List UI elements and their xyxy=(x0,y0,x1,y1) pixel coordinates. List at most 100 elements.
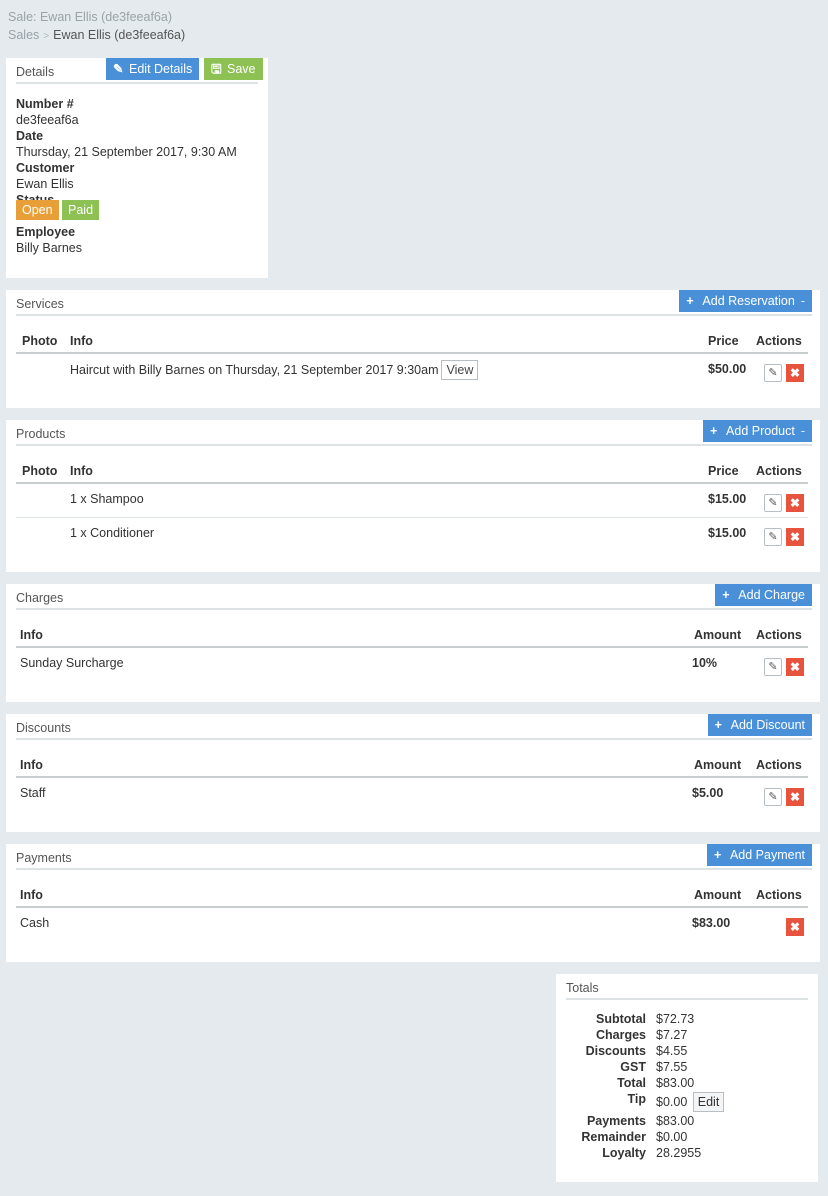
dropdown-toggle[interactable]: - xyxy=(801,294,805,308)
totals-row-tip: Tip $0.00 Edit xyxy=(556,1092,818,1114)
plus-icon: + xyxy=(722,588,730,602)
dropdown-toggle[interactable]: - xyxy=(801,424,805,438)
charges-table: Info Amount Actions Sunday Surcharge 10%… xyxy=(16,620,808,682)
add-payment-button[interactable]: + Add Payment xyxy=(706,844,812,866)
plus-icon: + xyxy=(686,294,694,308)
col-amount: Amount xyxy=(694,628,742,642)
totals-row-total: Total $83.00 xyxy=(617,1076,695,1090)
totals-row-gst: GST $7.55 xyxy=(620,1060,688,1074)
breadcrumb-sales-link[interactable]: Sales xyxy=(8,28,39,42)
edit-details-button[interactable]: ✎ Edit Details xyxy=(106,58,200,80)
add-product-button[interactable]: + Add Product - xyxy=(703,420,812,442)
table-row: Haircut with Billy Barnes on Thursday, 2… xyxy=(16,354,808,388)
add-reservation-button[interactable]: + Add Reservation - xyxy=(679,290,812,312)
status-badge-paid: Paid xyxy=(62,200,100,220)
plus-icon: + xyxy=(713,848,722,862)
delete-row-button[interactable]: ✖ xyxy=(786,494,804,512)
products-title: Products xyxy=(16,427,66,441)
delete-row-button[interactable]: ✖ xyxy=(786,364,804,382)
number-label: Number # xyxy=(16,97,74,111)
add-charge-button[interactable]: + Add Charge xyxy=(715,584,812,606)
employee-label: Employee xyxy=(16,225,76,239)
payments-title: Payments xyxy=(16,851,72,865)
totals-row-remainder: Remainder $0.00 xyxy=(581,1130,688,1144)
delete-row-button[interactable]: ✖ xyxy=(786,918,804,936)
payments-table: Info Amount Actions Cash $83.00 ✖ xyxy=(16,880,808,942)
edit-row-button[interactable]: ✎ xyxy=(764,364,782,382)
table-row: 1 x Shampoo $15.00 ✎ ✖ xyxy=(16,484,808,518)
details-panel: Details ✎ Edit Details 🖫 Save Number # de3… xyxy=(6,58,268,278)
charge-info: Sunday Surcharge xyxy=(20,656,124,670)
products-table: Photo Info Price Actions 1 x Shampoo $15… xyxy=(16,456,808,552)
edit-row-button[interactable]: ✎ xyxy=(764,528,782,546)
details-title: Details xyxy=(16,65,55,79)
charges-panel: Charges + Add Charge Info Amount Actions … xyxy=(6,584,820,702)
product-info: 1 x Conditioner xyxy=(70,526,155,540)
close-icon: ✖ xyxy=(789,530,801,544)
plus-icon: + xyxy=(714,718,722,732)
delete-row-button[interactable]: ✖ xyxy=(786,528,804,546)
charges-title: Charges xyxy=(16,591,64,605)
page-title: Sale: Ewan Ellis (de3feeaf6a) xyxy=(8,10,172,24)
pencil-icon: ✎ xyxy=(768,791,778,803)
payments-panel: Payments + Add Payment Info Amount Action… xyxy=(6,844,820,962)
col-info: Info xyxy=(20,758,43,772)
edit-icon: ✎ xyxy=(113,62,124,76)
table-row: Staff $5.00 ✎ ✖ xyxy=(16,778,808,812)
breadcrumb-separator: > xyxy=(43,31,50,42)
col-info: Info xyxy=(20,888,43,902)
services-table: Photo Info Price Actions Haircut with Bi… xyxy=(16,326,808,388)
col-actions: Actions xyxy=(756,334,802,348)
col-actions: Actions xyxy=(756,464,802,478)
service-price: $50.00 xyxy=(708,362,747,376)
totals-row-subtotal: Subtotal $72.73 xyxy=(596,1012,695,1026)
pencil-icon: ✎ xyxy=(768,367,778,379)
col-amount: Amount xyxy=(694,888,742,902)
pencil-icon: ✎ xyxy=(768,661,778,673)
date-value: Thursday, 21 September 2017, 9:30 AM xyxy=(16,145,237,159)
delete-row-button[interactable]: ✖ xyxy=(786,788,804,806)
discounts-table: Info Amount Actions Staff $5.00 ✎ ✖ xyxy=(16,750,808,812)
charge-amount: 10% xyxy=(692,656,718,670)
table-row: Sunday Surcharge 10% ✎ ✖ xyxy=(16,648,808,682)
pencil-icon: ✎ xyxy=(768,531,778,543)
payment-info: Cash xyxy=(20,916,50,930)
col-photo: Photo xyxy=(22,334,58,348)
delete-row-button[interactable]: ✖ xyxy=(786,658,804,676)
pencil-icon: ✎ xyxy=(768,497,778,509)
edit-row-button[interactable]: ✎ xyxy=(764,494,782,512)
discount-amount: $5.00 xyxy=(692,786,724,800)
close-icon: ✖ xyxy=(789,790,801,804)
close-icon: ✖ xyxy=(789,920,801,934)
date-label: Date xyxy=(16,129,44,143)
table-row: 1 x Conditioner $15.00 ✎ ✖ xyxy=(16,518,808,552)
col-amount: Amount xyxy=(694,758,742,772)
totals-list: Subtotal $72.73 Charges $7.27 Discounts … xyxy=(556,1012,818,1162)
products-panel: Products + Add Product - Photo Info Price … xyxy=(6,420,820,572)
discount-info: Staff xyxy=(20,786,46,800)
product-info: 1 x Shampoo xyxy=(70,492,144,506)
col-info: Info xyxy=(70,464,93,478)
col-price: Price xyxy=(708,334,739,348)
status-badge-open: Open xyxy=(16,200,59,220)
save-button[interactable]: 🖫 Save xyxy=(204,58,263,80)
edit-row-button[interactable]: ✎ xyxy=(764,788,782,806)
col-actions: Actions xyxy=(756,758,802,772)
col-actions: Actions xyxy=(756,628,802,642)
col-actions: Actions xyxy=(756,888,802,902)
totals-title: Totals xyxy=(566,981,599,995)
employee-value: Billy Barnes xyxy=(16,241,82,255)
product-price: $15.00 xyxy=(708,492,747,506)
customer-label: Customer xyxy=(16,161,75,175)
save-icon: 🖫 xyxy=(211,62,222,76)
plus-icon: + xyxy=(710,424,718,438)
view-button[interactable]: View xyxy=(441,360,479,380)
edit-row-button[interactable]: ✎ xyxy=(764,658,782,676)
add-discount-button[interactable]: + Add Discount xyxy=(707,714,812,736)
edit-tip-button[interactable]: Edit xyxy=(692,1092,725,1112)
totals-row-discounts: Discounts $4.55 xyxy=(585,1044,688,1058)
close-icon: ✖ xyxy=(789,496,801,510)
services-panel: Services + Add Reservation - Photo Info Pr… xyxy=(6,290,820,408)
services-title: Services xyxy=(16,297,64,311)
close-icon: ✖ xyxy=(789,660,801,674)
